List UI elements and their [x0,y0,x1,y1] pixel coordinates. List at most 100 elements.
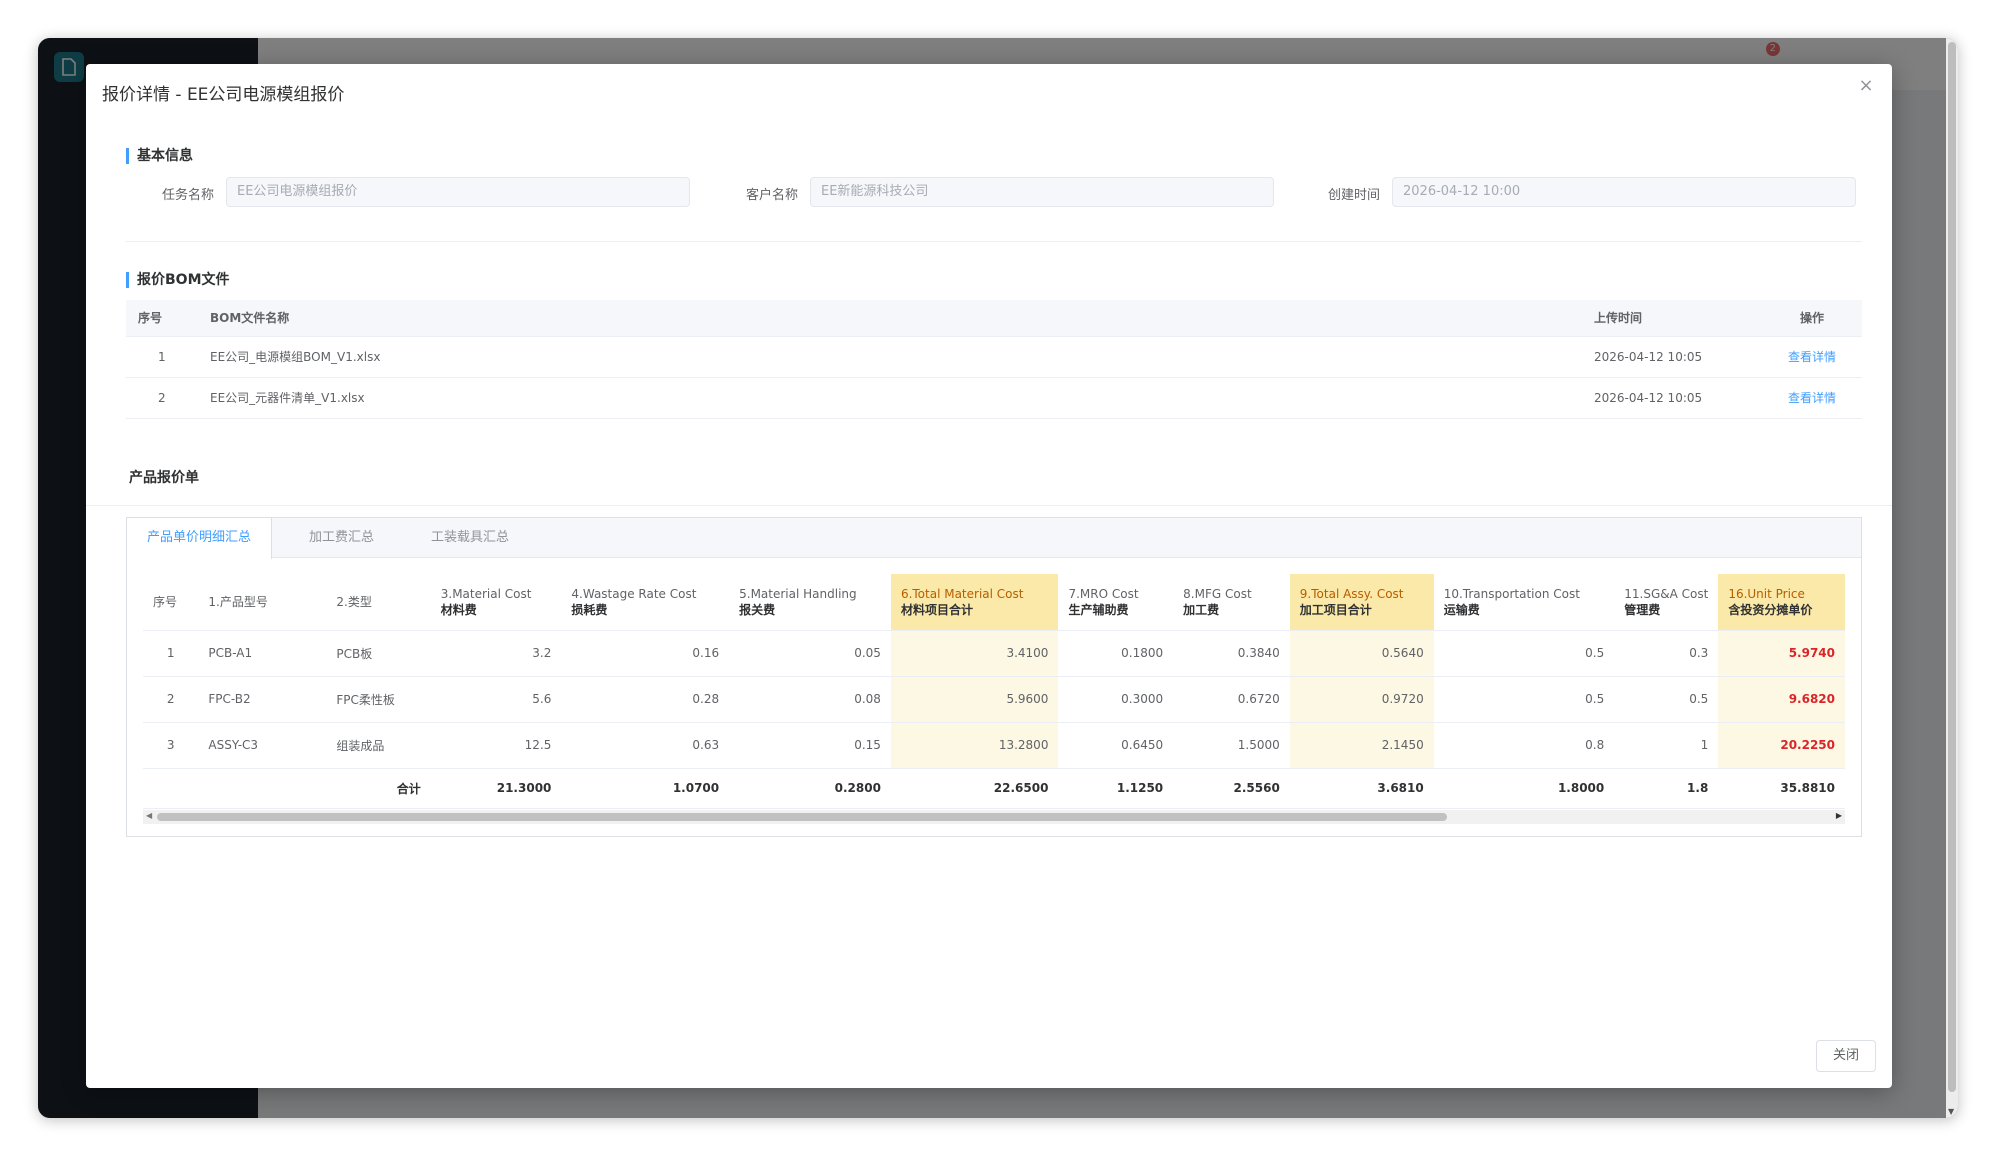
col-transportation-cost: 10.Transportation Cost 运输费 [1433,574,1615,631]
cell-index: 3 [143,722,199,769]
cell-type: 组装成品 [326,722,431,769]
cell-mro-cost: 0.3000 [1058,676,1174,723]
cell-wastage-cost: 0.63 [561,722,730,769]
col-sga-cost: 11.SG&A Cost 管理费 [1614,574,1719,631]
task-name-field[interactable]: EE公司电源模组报价 [226,177,690,207]
cell-mfg-cost: 0.3840 [1173,630,1290,677]
cell-product-model: FPC-B2 [198,676,327,723]
bom-row-index: 1 [126,336,198,378]
page-scrollbar[interactable]: ▼ [1946,38,1958,1118]
tab-bar: 产品单价明细汇总 加工费汇总 工装载具汇总 [127,518,1861,559]
divider [126,241,1862,242]
created-time-field[interactable]: 2026-04-12 10:00 [1392,177,1856,207]
bom-row: 1 EE公司_电源模组BOM_V1.xlsx 2026-04-12 10:05 … [126,336,1862,378]
bom-col-action: 操作 [1762,300,1862,337]
basic-info-title: 基本信息 [126,148,193,164]
view-detail-link[interactable]: 查看详情 [1788,391,1836,405]
total-cell-mro-cost: 1.1250 [1058,767,1174,809]
cell-material-handling: 0.05 [729,630,891,677]
cell-material-handling: 0.08 [729,676,891,723]
quote-row: 2 FPC-B2 FPC柔性板 5.6 0.28 0.08 5.9600 0.3000 0.67… [143,676,1845,723]
cell-sga-cost: 0.3 [1614,630,1719,677]
cell-total-material-cost: 3.4100 [890,630,1059,677]
cell-material-cost: 5.6 [430,676,562,723]
bom-col-time: 上传时间 [1582,300,1762,337]
cell-wastage-cost: 0.28 [561,676,730,723]
cell-sga-cost: 1 [1614,722,1719,769]
bom-row-index: 2 [126,377,198,419]
col-unit-price: 16.Unit Price 含投资分摊单价 [1718,574,1845,631]
cell-mro-cost: 0.6450 [1058,722,1174,769]
table-horizontal-scrollbar[interactable]: ◀ ▶ [143,810,1845,824]
dialog-title: 报价详情 - EE公司电源模组报价 [102,85,345,105]
scroll-down-icon[interactable]: ▼ [1948,1107,1954,1116]
bom-row-time: 2026-04-12 10:05 [1582,377,1762,419]
bom-col-name: BOM文件名称 [198,300,1582,337]
cell-transportation-cost: 0.8 [1433,722,1615,769]
divider [126,418,1862,419]
quote-tabs: 产品单价明细汇总 加工费汇总 工装载具汇总 序号 1.产品型号 2.类型 3.M… [126,517,1862,837]
cell-index: 1 [143,630,199,677]
cell-total-assy-cost: 0.9720 [1289,676,1434,723]
scroll-left-icon[interactable]: ◀ [146,811,152,820]
cell-unit-price: 20.2250 [1718,722,1845,769]
col-mfg-cost: 8.MFG Cost 加工费 [1173,574,1290,631]
bom-files-title: 报价BOM文件 [126,272,230,288]
scroll-right-icon[interactable]: ▶ [1836,811,1842,820]
cell-unit-price: 5.9740 [1718,630,1845,677]
app-window: 2 ▼ 报价详情 - EE公司电源模组报价 × 基本信息 任务名称 EE公司电源… [38,38,1958,1118]
total-cell-wastage-cost: 1.0700 [561,767,730,809]
cell-transportation-cost: 0.5 [1433,630,1615,677]
cell-total-material-cost: 5.9600 [890,676,1059,723]
close-button[interactable]: 关闭 [1816,1040,1876,1072]
tab-fixture-summary[interactable]: 工装载具汇总 [411,518,529,558]
view-detail-link[interactable]: 查看详情 [1788,350,1836,364]
cell-type: PCB板 [326,630,431,677]
bom-col-index: 序号 [126,300,198,337]
cell-total-assy-cost: 0.5640 [1289,630,1434,677]
cell-transportation-cost: 0.5 [1433,676,1615,723]
cell-mro-cost: 0.1800 [1058,630,1174,677]
unit-price-table-wrapper: 序号 1.产品型号 2.类型 3.Material Cost 材料费 4.Wast… [143,574,1845,824]
col-type: 2.类型 [326,574,431,631]
cell-product-model: ASSY-C3 [198,722,327,769]
total-cell-unit-price: 35.8810 [1718,767,1845,809]
cell-total-material-cost: 13.2800 [890,722,1059,769]
cell-material-handling: 0.15 [729,722,891,769]
cell-product-model: PCB-A1 [198,630,327,677]
cell-wastage-cost: 0.16 [561,630,730,677]
bom-row-time: 2026-04-12 10:05 [1582,336,1762,378]
bom-row-filename: EE公司_电源模组BOM_V1.xlsx [198,336,1582,378]
total-cell-sga-cost: 1.8 [1614,767,1719,809]
close-icon[interactable]: × [1856,76,1876,96]
table-scrollbar-thumb[interactable] [157,813,1447,821]
created-time-label: 创建时间 [1327,188,1380,203]
cell-material-cost: 12.5 [430,722,562,769]
tab-unit-price-summary[interactable]: 产品单价明细汇总 [127,518,273,559]
divider [86,505,1892,506]
total-label: 合计 [326,767,431,809]
col-total-material-cost: 6.Total Material Cost 材料项目合计 [890,574,1059,631]
col-index: 序号 [143,574,199,631]
tab-processing-fee-summary[interactable]: 加工费汇总 [289,518,394,558]
total-cell-material-handling: 0.2800 [729,767,891,809]
quote-row: 1 PCB-A1 PCB板 3.2 0.16 0.05 3.4100 0.1800 0.3840… [143,630,1845,677]
bom-table: 序号 BOM文件名称 上传时间 操作 1 EE公司_电源模组BOM_V1.xls… [126,300,1862,419]
cell-type: FPC柔性板 [326,676,431,723]
cell-material-cost: 3.2 [430,630,562,677]
cell-mfg-cost: 1.5000 [1173,722,1290,769]
total-cell-material-cost: 21.3000 [430,767,562,809]
cell-index: 2 [143,676,199,723]
total-cell-mfg-cost: 2.5560 [1173,767,1290,809]
customer-name-label: 客户名称 [745,188,798,203]
col-material-cost: 3.Material Cost 材料费 [430,574,562,631]
cell-total-assy-cost: 2.1450 [1289,722,1434,769]
page-scrollbar-thumb[interactable] [1948,42,1956,1092]
bom-row-filename: EE公司_元器件清单_V1.xlsx [198,377,1582,419]
customer-name-field[interactable]: EE新能源科技公司 [810,177,1274,207]
unit-price-table: 序号 1.产品型号 2.类型 3.Material Cost 材料费 4.Wast… [143,574,1845,809]
cell-unit-price: 9.6820 [1718,676,1845,723]
total-cell-transportation-cost: 1.8000 [1433,767,1615,809]
total-cell-total-material-cost: 22.6500 [890,767,1059,809]
task-name-label: 任务名称 [161,188,214,203]
